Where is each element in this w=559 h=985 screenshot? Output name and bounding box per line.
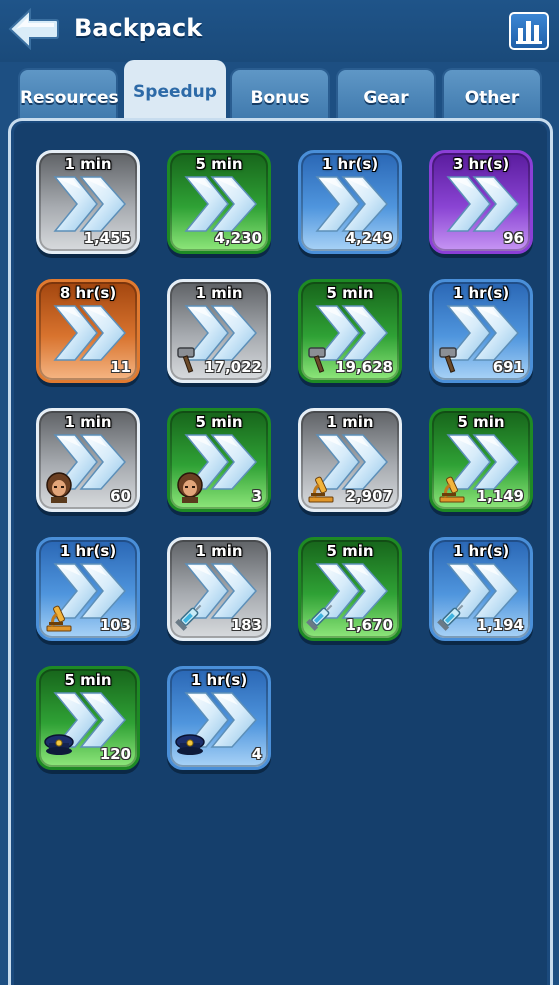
item-quantity: 11 [110, 358, 131, 376]
speedup-arrows-icon [444, 171, 524, 237]
tab-speedup[interactable]: Speedup [124, 60, 226, 122]
speedup-item[interactable]: 1 hr(s) 4 [167, 666, 271, 770]
item-duration: 5 min [64, 671, 112, 689]
item-duration: 1 min [195, 284, 243, 302]
speedup-item[interactable]: 3 hr(s) 96 [429, 150, 533, 254]
microscope-icon [436, 471, 468, 503]
speedup-item[interactable]: 1 min 17,022 [167, 279, 271, 383]
item-quantity: 3 [251, 487, 262, 505]
item-quantity: 120 [99, 745, 131, 763]
speedup-item[interactable]: 1 min 60 [36, 408, 140, 512]
hammer-icon [305, 342, 337, 374]
item-duration: 5 min [195, 155, 243, 173]
microscope-icon [43, 600, 75, 632]
item-quantity: 2,907 [345, 487, 393, 505]
soldier-icon [43, 471, 75, 503]
item-duration: 1 hr(s) [321, 155, 379, 173]
speedup-item[interactable]: 1 hr(s) 1,194 [429, 537, 533, 641]
header-bar: Backpack [0, 0, 559, 62]
hammer-icon [174, 342, 206, 374]
speedup-arrows-icon [182, 171, 262, 237]
tab-bonus[interactable]: Bonus [230, 68, 330, 120]
speedup-item[interactable]: 1 min 2,907 [298, 408, 402, 512]
speedup-arrows-icon [313, 171, 393, 237]
speedup-item[interactable]: 5 min 120 [36, 666, 140, 770]
item-duration: 1 min [195, 542, 243, 560]
item-grid: 1 min 1,455 5 min 4,230 1 hr(s) 4,249 3 hr(… [14, 123, 547, 985]
syringe-icon [436, 600, 468, 632]
item-duration: 8 hr(s) [59, 284, 117, 302]
item-panel: 1 min 1,455 5 min 4,230 1 hr(s) 4,249 3 hr(… [8, 118, 553, 985]
speedup-item[interactable]: 5 min 4,230 [167, 150, 271, 254]
speedup-item[interactable]: 5 min 19,628 [298, 279, 402, 383]
item-quantity: 1,194 [476, 616, 524, 634]
speedup-item[interactable]: 1 hr(s) 691 [429, 279, 533, 383]
item-duration: 1 hr(s) [59, 542, 117, 560]
speedup-item[interactable]: 5 min 3 [167, 408, 271, 512]
item-duration: 1 hr(s) [452, 284, 510, 302]
speedup-item[interactable]: 5 min 1,149 [429, 408, 533, 512]
item-duration: 3 hr(s) [452, 155, 510, 173]
item-quantity: 1,670 [345, 616, 393, 634]
item-duration: 5 min [326, 284, 374, 302]
item-duration: 1 hr(s) [190, 671, 248, 689]
speedup-arrows-icon [51, 171, 131, 237]
item-duration: 5 min [326, 542, 374, 560]
officer-cap-icon [174, 729, 206, 761]
item-duration: 1 min [64, 155, 112, 173]
item-quantity: 691 [492, 358, 524, 376]
speedup-arrows-icon [51, 300, 131, 366]
speedup-item[interactable]: 1 hr(s) 103 [36, 537, 140, 641]
hammer-icon [436, 342, 468, 374]
speedup-item[interactable]: 5 min 1,670 [298, 537, 402, 641]
tab-resources[interactable]: Resources [18, 68, 119, 120]
item-quantity: 183 [230, 616, 262, 634]
speedup-item[interactable]: 1 min 183 [167, 537, 271, 641]
item-duration: 5 min [457, 413, 505, 431]
item-duration: 1 min [64, 413, 112, 431]
speedup-item[interactable]: 1 min 1,455 [36, 150, 140, 254]
microscope-icon [305, 471, 337, 503]
item-duration: 1 min [326, 413, 374, 431]
item-quantity: 4,230 [214, 229, 262, 247]
officer-cap-icon [43, 729, 75, 761]
item-duration: 5 min [195, 413, 243, 431]
syringe-icon [305, 600, 337, 632]
speedup-item[interactable]: 1 hr(s) 4,249 [298, 150, 402, 254]
item-quantity: 4,249 [345, 229, 393, 247]
speedup-item[interactable]: 8 hr(s) 11 [36, 279, 140, 383]
item-duration: 1 hr(s) [452, 542, 510, 560]
page-title: Backpack [74, 14, 203, 42]
back-arrow-icon[interactable] [8, 7, 60, 51]
item-quantity: 4 [251, 745, 262, 763]
tab-other[interactable]: Other [442, 68, 542, 120]
item-quantity: 96 [503, 229, 524, 247]
soldier-icon [174, 471, 206, 503]
item-quantity: 17,022 [204, 358, 262, 376]
syringe-icon [174, 600, 206, 632]
bar-chart-icon[interactable] [509, 12, 549, 50]
tab-gear[interactable]: Gear [336, 68, 436, 120]
item-quantity: 60 [110, 487, 131, 505]
item-quantity: 1,455 [83, 229, 131, 247]
item-quantity: 103 [99, 616, 131, 634]
tab-bar: Resources Speedup Bonus Gear Other [0, 60, 559, 122]
item-quantity: 19,628 [335, 358, 393, 376]
item-quantity: 1,149 [476, 487, 524, 505]
